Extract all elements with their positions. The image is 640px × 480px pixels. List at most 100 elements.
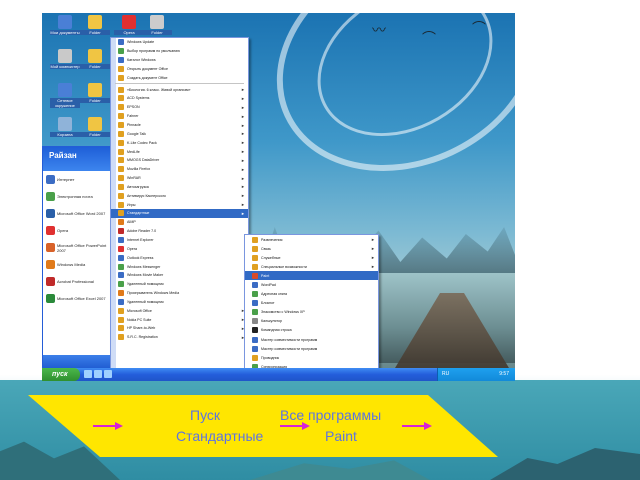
menu-item-label: Windows Messenger — [127, 264, 161, 269]
menu-item[interactable]: Microsoft Office► — [111, 306, 248, 315]
desktop-icon-label: Корзина — [50, 132, 80, 137]
start-menu-item[interactable]: Windows Media — [43, 256, 113, 273]
desktop-icon[interactable]: Folder — [80, 49, 110, 69]
start-menu-item-label: Microsoft Office Excel 2007 — [57, 296, 106, 301]
menu-item[interactable]: Pinnacle ► — [111, 121, 248, 130]
desktop-icon-image — [58, 83, 72, 97]
menu-item[interactable]: Удаленный помощник — [111, 297, 248, 306]
menu-item[interactable]: S.R.C. Registration► — [111, 333, 248, 342]
menu-item-selected[interactable]: Стандартные ► — [111, 209, 248, 218]
menu-item[interactable]: ACD Systems ► — [111, 94, 248, 103]
folder-icon — [118, 192, 124, 199]
menu-item[interactable]: Nokia PC Suite► — [111, 315, 248, 324]
start-button[interactable]: пуск — [42, 368, 80, 381]
menu-item[interactable]: Знакомство с Windows XP — [245, 308, 378, 317]
bird-icon: ⌒ — [472, 20, 486, 36]
submenu-arrow-icon: ► — [371, 264, 375, 270]
menu-item[interactable]: Открыть документ Office — [111, 65, 248, 74]
menu-item-label: Microsoft Office — [127, 308, 152, 313]
menu-item[interactable]: Связь ► — [245, 244, 378, 253]
menu-item[interactable]: Outlook Express — [111, 253, 248, 262]
menu-item[interactable]: Google Talk ► — [111, 129, 248, 138]
desktop-icon[interactable]: Мои документы — [50, 15, 80, 35]
menu-item[interactable]: Проводник — [245, 353, 378, 362]
menu-item[interactable]: Служебные ► — [245, 253, 378, 262]
start-menu-item[interactable]: Интернет — [43, 171, 113, 188]
menu-item-label: Opera — [127, 246, 137, 251]
quick-launch-icon[interactable] — [104, 370, 112, 378]
menu-item[interactable]: Windows Movie Maker — [111, 271, 248, 280]
menu-item-label: Развлечения — [261, 237, 283, 242]
desktop-icon[interactable]: Folder — [142, 15, 172, 35]
menu-item[interactable]: Блокнот — [245, 299, 378, 308]
menu-item[interactable]: Калькулятор — [245, 317, 378, 326]
start-menu-item[interactable]: Opera — [43, 222, 113, 239]
menu-item-label: Каталог Windows — [127, 58, 156, 63]
program-icon — [252, 327, 258, 334]
menu-item-label: EPSON — [127, 105, 140, 110]
menu-item[interactable]: Windows Messenger — [111, 262, 248, 271]
desktop-icon[interactable]: Корзина — [50, 117, 80, 137]
desktop-icon[interactable]: Folder — [80, 15, 110, 35]
menu-item[interactable]: Специальные возможности ► — [245, 262, 378, 271]
menu-item[interactable]: Антивирус Касперского ► — [111, 191, 248, 200]
menu-item[interactable]: Игры ► — [111, 200, 248, 209]
clock[interactable]: 9:57 — [499, 371, 509, 377]
start-menu-item[interactable]: Microsoft Office PowerPoint 2007 — [43, 239, 113, 256]
menu-item[interactable]: HP Share-to-Web► — [111, 324, 248, 333]
desktop-icon[interactable]: Folder — [80, 83, 110, 103]
menu-item[interactable]: Адресная книга — [245, 290, 378, 299]
menu-item[interactable]: MMOGS DataDriver ► — [111, 156, 248, 165]
menu-item-label: Windows Update — [127, 40, 155, 45]
desktop-icon[interactable]: Мой компьютер — [50, 49, 80, 69]
menu-item-label: S.R.C. Registration — [127, 335, 158, 340]
program-icon — [118, 236, 124, 243]
menu-item[interactable]: Mozilla Firefox ► — [111, 165, 248, 174]
menu-item[interactable]: Adobe Reader 7.0 — [111, 227, 248, 236]
desktop-icon-label: Folder — [80, 98, 110, 103]
menu-item-selected[interactable]: Paint — [245, 271, 378, 281]
menu-item[interactable]: AIMP — [111, 218, 248, 227]
menu-item[interactable]: K-Lite Codec Pack ► — [111, 138, 248, 147]
quick-launch-icon[interactable] — [84, 370, 92, 378]
menu-item[interactable]: Windows Update — [111, 38, 248, 47]
menu-item[interactable]: Мастер совместимости программ — [245, 335, 378, 344]
menu-item-label: Pinnacle — [127, 123, 141, 128]
menu-item[interactable]: WordPad — [245, 280, 378, 289]
menu-item[interactable]: Создать документ Office — [111, 73, 248, 82]
menu-item[interactable]: Автозагрузка ► — [111, 183, 248, 192]
language-indicator[interactable]: RU — [442, 368, 449, 381]
menu-item[interactable]: «Биология. 6 класс. Живой организм» ► — [111, 85, 248, 94]
folder-icon — [118, 86, 124, 93]
bird-icon: ⌒ — [422, 30, 436, 46]
step-paint-label: Paint — [325, 428, 357, 444]
menu-item[interactable]: Развлечения ► — [245, 235, 378, 244]
menu-item[interactable]: Выбор программ по умолчанию — [111, 47, 248, 56]
menu-item-label: Мастер совместимости программ — [261, 346, 318, 351]
menu-item-label: Служебные — [261, 255, 281, 260]
start-menu-item[interactable]: Microsoft Office Word 2007 — [43, 205, 113, 222]
start-menu-item[interactable]: Электронная почта — [43, 188, 113, 205]
menu-separator — [115, 83, 244, 85]
program-icon — [46, 192, 55, 201]
desktop-icon[interactable]: Opera — [114, 15, 144, 35]
desktop-icon[interactable]: Сетевое окружение — [50, 83, 80, 108]
menu-item[interactable]: Internet Explorer — [111, 236, 248, 245]
menu-item[interactable]: WinRAR ► — [111, 174, 248, 183]
menu-item[interactable]: MedLife ► — [111, 147, 248, 156]
start-menu-item[interactable]: Acrobat Professional — [43, 273, 113, 290]
menu-item[interactable]: Каталог Windows — [111, 56, 248, 65]
menu-item[interactable]: EPSON ► — [111, 103, 248, 112]
menu-item[interactable]: Командная строка — [245, 326, 378, 335]
menu-item[interactable]: Opera — [111, 244, 248, 253]
start-menu-item[interactable]: Microsoft Office Excel 2007 — [43, 290, 113, 307]
menu-item[interactable]: Fahner ► — [111, 112, 248, 121]
menu-item-label: Удаленный помощник — [127, 282, 164, 287]
quick-launch-icon[interactable] — [94, 370, 102, 378]
menu-item[interactable]: Проигрыватель Windows Media — [111, 289, 248, 298]
menu-item[interactable]: Мастер совместимости программ — [245, 344, 378, 353]
submenu-arrow-icon: ► — [371, 255, 375, 261]
desktop-icon[interactable]: Folder — [80, 117, 110, 137]
menu-item[interactable]: Удаленный помощник — [111, 280, 248, 289]
program-icon — [118, 74, 124, 81]
